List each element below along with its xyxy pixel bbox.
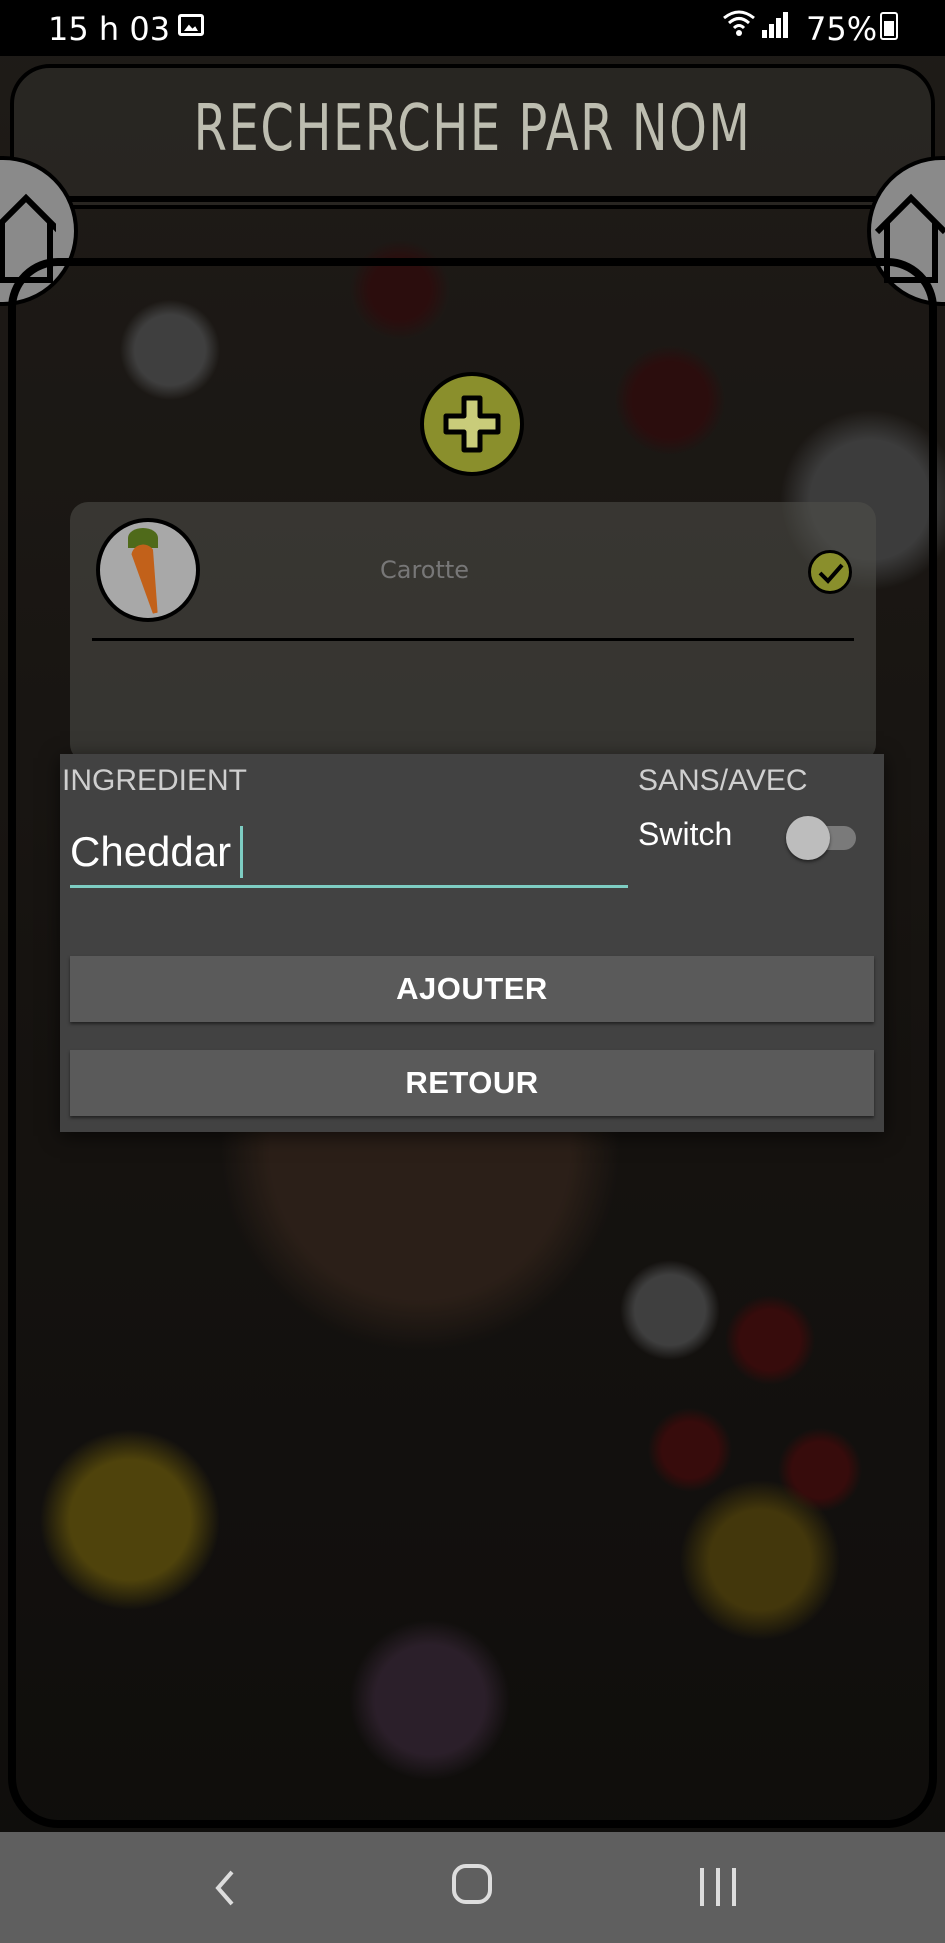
check-icon bbox=[818, 563, 844, 584]
back-icon[interactable] bbox=[210, 1868, 240, 1908]
battery-percent: 75% bbox=[806, 10, 878, 48]
retour-button[interactable]: RETOUR bbox=[70, 1050, 874, 1116]
sans-avec-label: SANS/AVEC bbox=[638, 764, 808, 797]
list-divider bbox=[92, 638, 854, 641]
add-ingredient-dialog: INGREDIENT SANS/AVEC Switch AJOUTER RETO… bbox=[60, 754, 884, 1132]
page-title: RECHERCHE PAR NOM bbox=[193, 92, 752, 166]
signal-icon bbox=[762, 12, 792, 38]
ingredient-input[interactable] bbox=[70, 818, 628, 888]
sans-avec-switch[interactable] bbox=[786, 814, 860, 860]
switch-thumb bbox=[786, 816, 830, 860]
check-button[interactable] bbox=[808, 550, 852, 594]
switch-label: Switch bbox=[638, 816, 733, 852]
text-cursor bbox=[240, 826, 243, 878]
header-divider bbox=[30, 196, 915, 202]
carrot-image bbox=[129, 542, 167, 615]
plus-icon bbox=[443, 395, 501, 453]
list-item-label: Carotte bbox=[380, 556, 470, 584]
status-time: 15 h 03 bbox=[48, 10, 171, 48]
status-bar: 15 h 03 75% bbox=[0, 0, 945, 56]
navigation-bar bbox=[0, 1832, 945, 1943]
gallery-icon bbox=[178, 14, 204, 36]
battery-icon bbox=[880, 12, 898, 40]
ajouter-button[interactable]: AJOUTER bbox=[70, 956, 874, 1022]
home-nav-icon[interactable] bbox=[452, 1864, 492, 1904]
ingredient-label: INGREDIENT bbox=[62, 764, 248, 797]
wifi-icon bbox=[722, 8, 756, 46]
carrot-avatar bbox=[96, 518, 200, 622]
add-ingredient-button[interactable] bbox=[420, 372, 524, 476]
recent-apps-icon[interactable] bbox=[700, 1868, 740, 1906]
